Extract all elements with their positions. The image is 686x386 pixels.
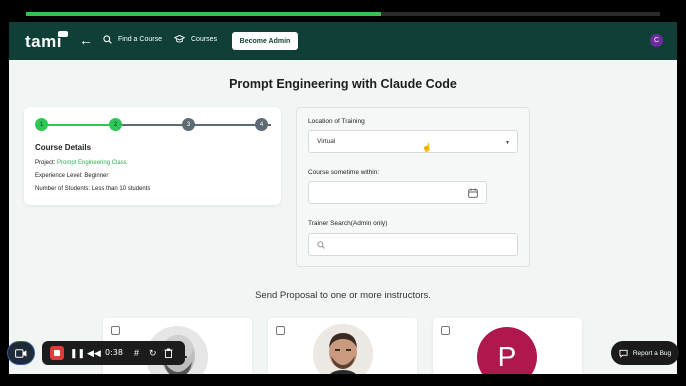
graduation-cap-icon <box>174 35 185 43</box>
nav-find-course[interactable]: Find a Course <box>103 35 162 44</box>
user-avatar[interactable]: C <box>650 34 663 47</box>
become-admin-button[interactable]: Become Admin <box>232 32 298 50</box>
search-icon <box>317 241 325 249</box>
experience-line: Experience Level: Beginner <box>35 173 109 179</box>
nav-find-course-label: Find a Course <box>118 36 162 43</box>
project-line: Project: Prompt Engineering Class <box>35 160 127 166</box>
pause-icon[interactable]: ❚❚ <box>70 347 85 359</box>
instructor-photo <box>313 324 373 374</box>
project-label: Project: <box>35 160 56 166</box>
location-value: Virtual <box>317 138 336 145</box>
location-select[interactable]: Virtual ▼ <box>308 130 518 153</box>
stop-icon[interactable] <box>50 346 64 360</box>
logo-cap-icon <box>58 31 68 37</box>
video-progress-track[interactable] <box>26 12 660 16</box>
instructor-card[interactable]: P <box>433 318 582 374</box>
course-details-heading: Course Details <box>35 143 92 152</box>
trash-icon[interactable] <box>164 348 173 358</box>
report-bug-label: Report a Bug <box>632 349 672 357</box>
training-options-card: Location of Training Virtual ▼ ☝ Course … <box>296 107 530 267</box>
bug-icon <box>619 349 628 358</box>
video-top-strip <box>0 0 686 18</box>
nav-courses[interactable]: Courses <box>174 35 217 43</box>
restart-icon[interactable]: ↻ <box>149 347 157 359</box>
top-nav: tami ← Find a Course Courses Become Admi… <box>9 22 677 60</box>
project-value: Prompt Engineering Class <box>57 160 127 166</box>
date-input[interactable] <box>308 181 487 204</box>
instructor-card[interactable] <box>268 318 417 374</box>
sometime-label: Course sometime within: <box>308 169 380 176</box>
stepper-line-todo <box>121 124 271 126</box>
step-2[interactable]: 2 <box>109 118 122 131</box>
app-window: tami ← Find a Course Courses Become Admi… <box>9 22 677 374</box>
mouse-cursor-icon: ☝ <box>422 143 432 152</box>
chevron-down-icon: ▼ <box>505 140 510 146</box>
recorder-camera-button[interactable] <box>7 341 35 365</box>
search-icon <box>103 35 112 44</box>
back-arrow-icon[interactable]: ← <box>79 32 93 48</box>
step-4[interactable]: 4 <box>255 118 268 131</box>
trainer-search-input[interactable] <box>308 233 518 256</box>
step-1[interactable]: 1 <box>35 118 48 131</box>
logo[interactable]: tami <box>25 32 62 52</box>
rewind-icon[interactable]: ◀◀ <box>87 347 101 359</box>
trainer-search-label: Trainer Search(Admin only) <box>308 220 388 227</box>
recorder-controls: ❚❚ ◀◀ 0:38 # ↻ <box>42 341 185 365</box>
step-3[interactable]: 3 <box>182 118 195 131</box>
video-progress-fill <box>26 12 382 16</box>
nav-courses-label: Courses <box>191 35 218 43</box>
recorder-time: 0:38 <box>105 348 123 357</box>
camera-icon <box>15 348 27 358</box>
screen-recorder-toolbar: ❚❚ ◀◀ 0:38 # ↻ <box>7 341 185 365</box>
instructor-checkbox[interactable] <box>111 326 120 335</box>
video-bottom-strip <box>0 374 686 386</box>
grid-icon[interactable]: # <box>134 347 139 359</box>
instructor-initial-avatar: P <box>477 327 537 374</box>
instructor-checkbox[interactable] <box>276 326 285 335</box>
report-bug-button[interactable]: Report a Bug <box>611 341 679 365</box>
proposal-heading: Send Proposal to one or more instructors… <box>255 290 431 301</box>
students-line: Number of Students: Less than 10 student… <box>35 186 151 192</box>
page-title: Prompt Engineering with Claude Code <box>229 77 457 91</box>
course-details-card: 1 2 3 4 Course Details Project: Prompt E… <box>24 107 281 205</box>
location-label: Location of Training <box>308 118 365 125</box>
calendar-icon[interactable] <box>468 188 478 198</box>
instructor-checkbox[interactable] <box>441 326 450 335</box>
